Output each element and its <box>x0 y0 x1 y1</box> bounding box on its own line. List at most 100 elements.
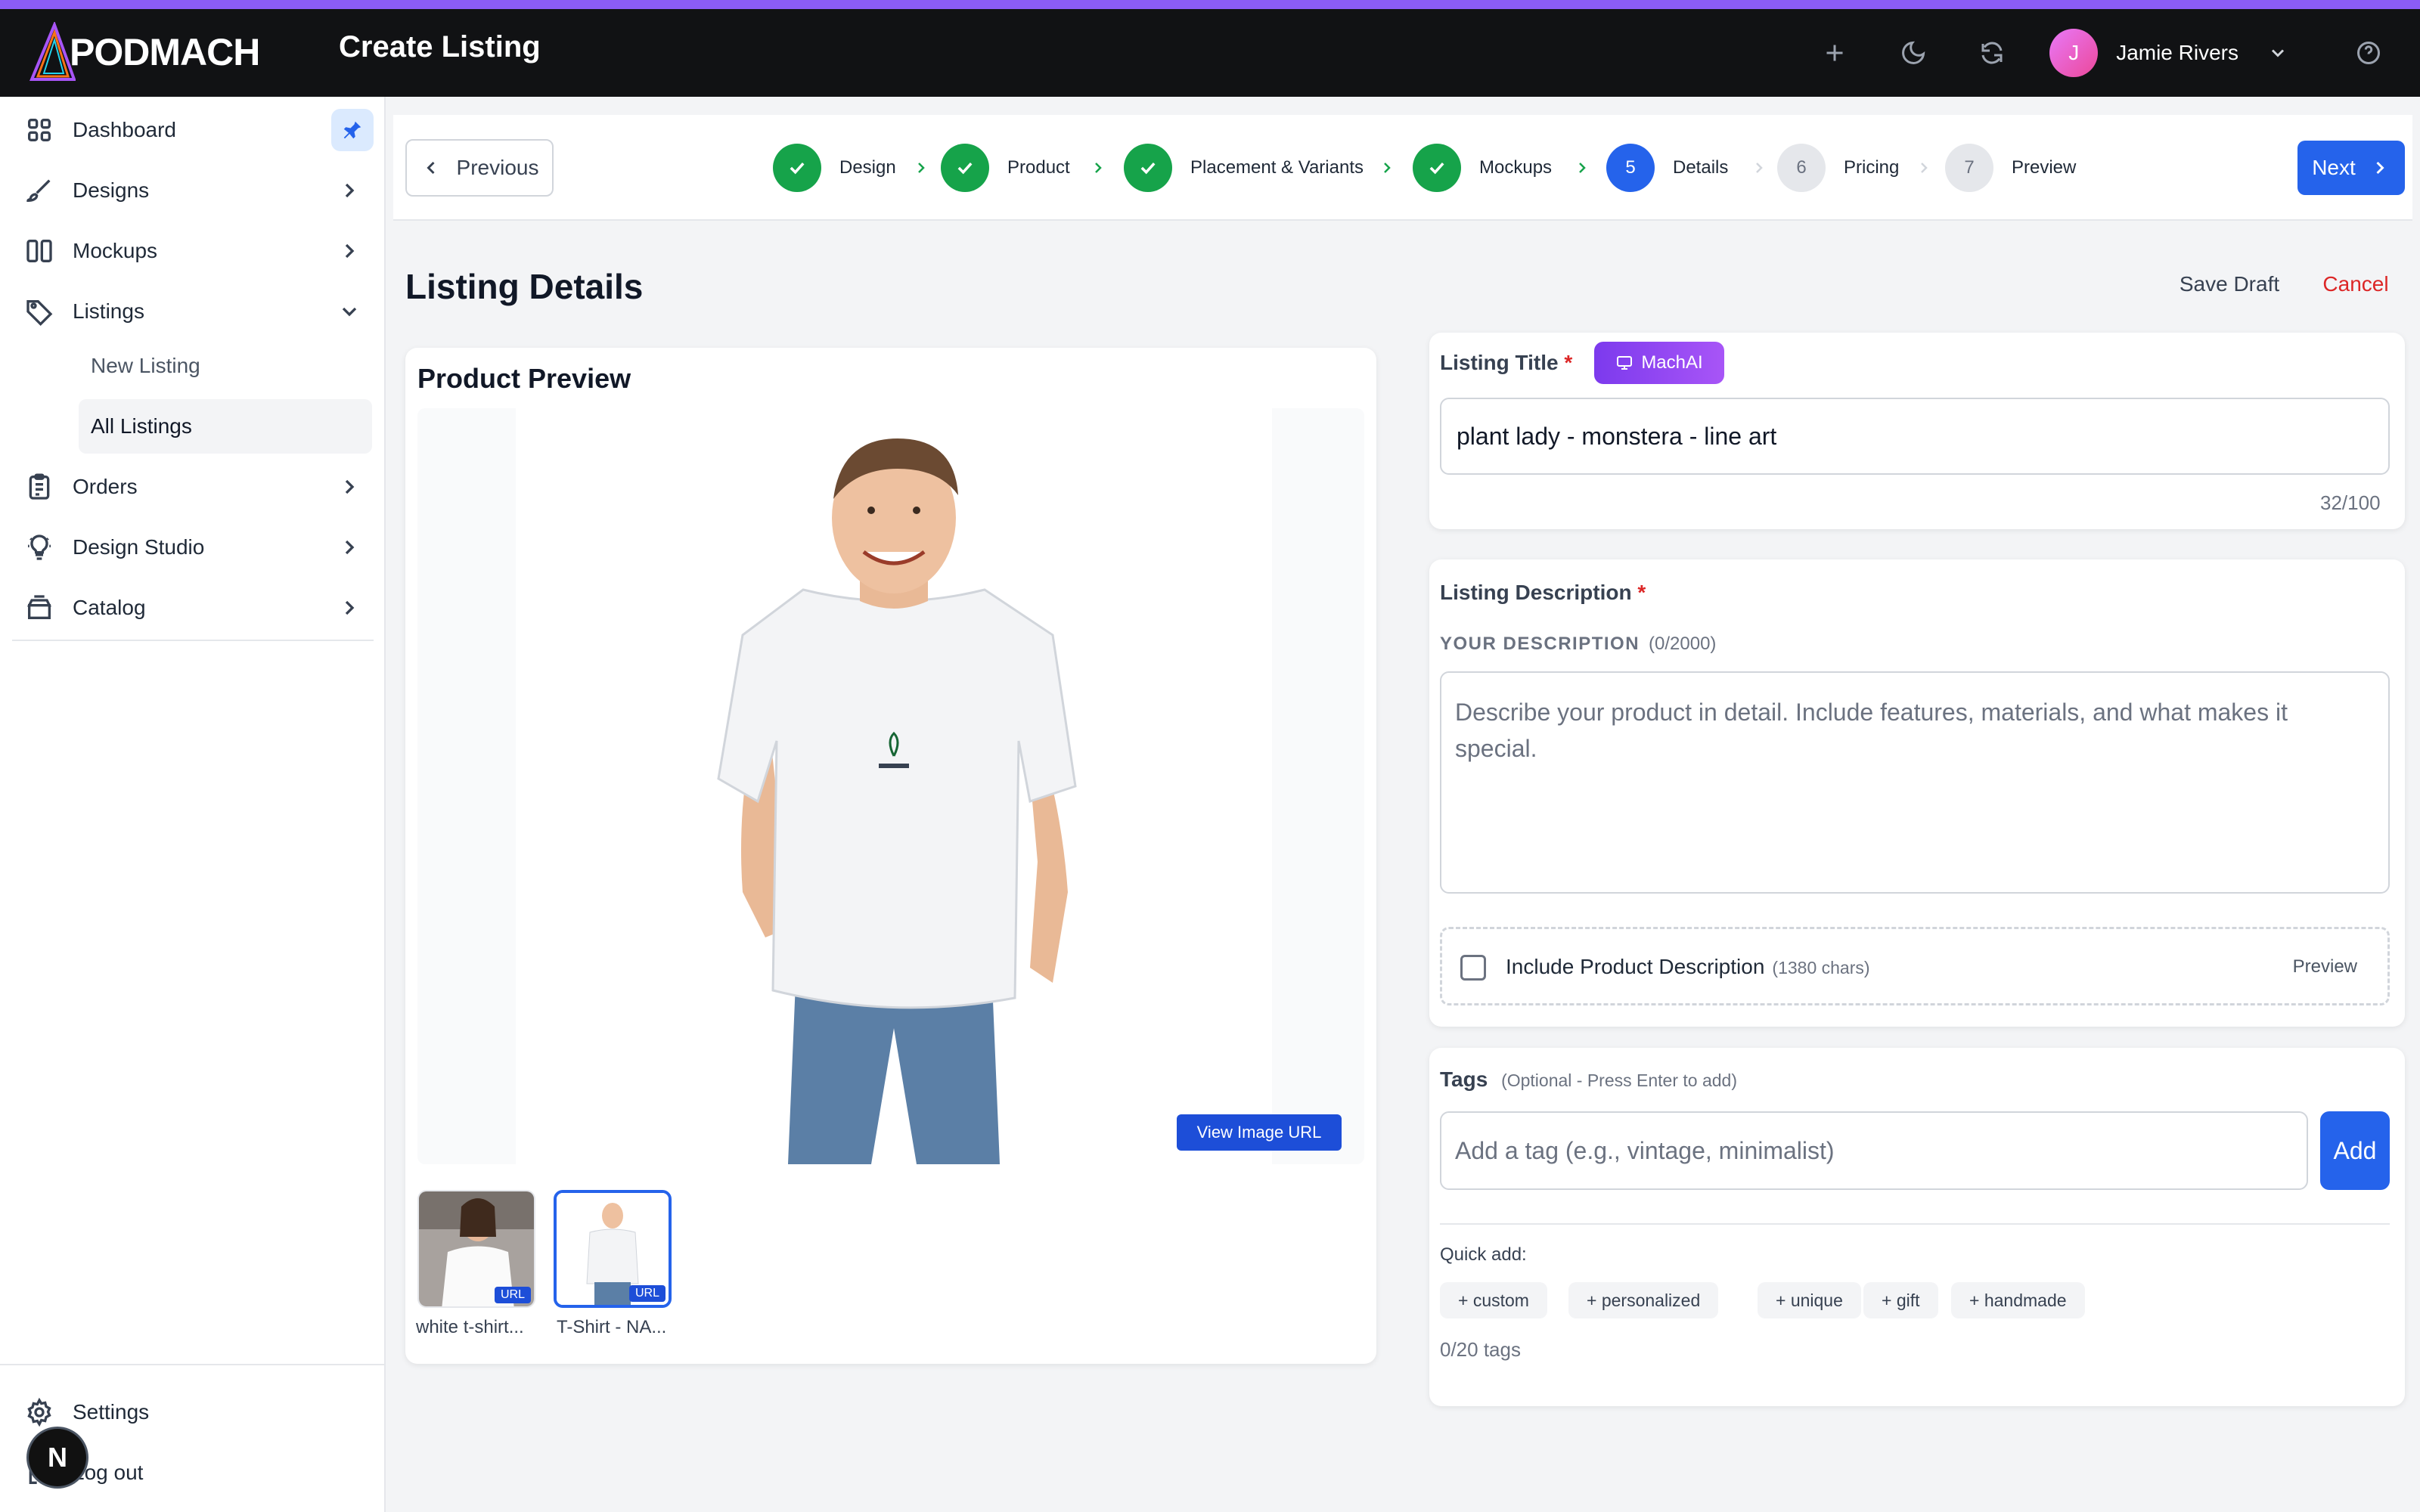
gear-icon <box>24 1397 54 1427</box>
logo[interactable]: PODMACH <box>27 18 269 86</box>
thumbnail-label: T-Shirt - NA... <box>557 1317 667 1337</box>
tags-hint: (Optional - Press Enter to add) <box>1501 1070 1737 1090</box>
chevron-right-icon <box>1915 159 1933 177</box>
quick-add-label: Quick add: <box>1440 1244 1527 1265</box>
tshirt-model-illustration <box>717 438 1077 1164</box>
quick-tag-personalized[interactable]: + personalized <box>1568 1282 1719 1318</box>
step-label: Design <box>839 157 896 178</box>
listing-title-label: Listing Title * <box>1440 351 1572 375</box>
dev-badge[interactable]: N <box>29 1429 86 1486</box>
tags-card <box>1429 1048 2405 1406</box>
step-details[interactable]: 5 Details <box>1606 142 1728 194</box>
title-char-counter: 32/100 <box>2320 491 2381 514</box>
main-mockup-image[interactable] <box>417 408 1364 1164</box>
tag-input[interactable]: Add a tag (e.g., vintage, minimalist) <box>1440 1111 2308 1190</box>
top-bar: PODMACH Create Listing J Jamie Rivers <box>0 9 2420 97</box>
check-icon <box>1140 162 1156 175</box>
step-circle <box>1124 144 1172 192</box>
lightbulb-icon <box>24 532 54 562</box>
thumbnail-label: white t-shirt... <box>416 1317 524 1337</box>
grid-icon <box>24 115 54 145</box>
pin-icon <box>343 121 361 139</box>
next-button[interactable]: Next <box>2297 141 2405 195</box>
tags-label-text: Tags <box>1440 1067 1488 1091</box>
machai-button[interactable]: MachAI <box>1594 342 1724 384</box>
include-char-count: (1380 chars) <box>1772 958 1870 978</box>
section-heading: Listing Details <box>405 267 644 306</box>
refresh-icon[interactable] <box>1971 32 2013 74</box>
include-preview-link[interactable]: Preview <box>2293 956 2357 978</box>
next-label: Next <box>2312 156 2356 179</box>
step-circle <box>941 144 989 192</box>
step-label: Product <box>1007 157 1070 178</box>
listing-description-label-text: Listing Description <box>1440 581 1632 604</box>
sidebar-item-design-studio[interactable]: Design Studio <box>0 520 386 575</box>
listing-title-label-text: Listing Title <box>1440 351 1559 374</box>
step-pricing[interactable]: 6 Pricing <box>1777 142 1899 194</box>
listing-details-panel: Listing Details Save Draft Cancel Produc… <box>393 257 2412 1406</box>
sidebar-item-label: Orders <box>73 475 138 498</box>
include-description-text: Include Product Description <box>1506 955 1765 978</box>
sidebar-subitem-all-listings[interactable]: All Listings <box>79 399 372 454</box>
chevron-right-icon <box>337 535 361 559</box>
description-textarea[interactable]: Describe your product in detail. Include… <box>1440 671 2390 894</box>
previous-button[interactable]: Previous <box>405 139 554 197</box>
cancel-button[interactable]: Cancel <box>2307 257 2405 311</box>
chevron-down-icon[interactable] <box>2257 32 2299 74</box>
sidebar-item-mockups[interactable]: Mockups <box>0 224 386 278</box>
sidebar-item-designs[interactable]: Designs <box>0 163 386 218</box>
chevron-down-icon <box>337 299 361 324</box>
include-description-checkbox[interactable] <box>1460 955 1486 981</box>
step-preview[interactable]: 7 Preview <box>1945 142 2076 194</box>
sidebar-item-label: Catalog <box>73 596 146 619</box>
chevron-right-icon <box>912 159 930 177</box>
avatar[interactable]: J <box>2049 29 2099 77</box>
clipboard-icon <box>24 472 54 502</box>
monitor-icon <box>1617 356 1633 370</box>
add-icon[interactable] <box>1813 32 1856 74</box>
chevron-right-icon <box>1089 159 1107 177</box>
include-description-label[interactable]: Include Product Description (1380 chars) <box>1506 955 1870 979</box>
step-label: Mockups <box>1479 157 1553 178</box>
top-accent-stripe <box>0 0 2420 9</box>
view-image-url-button[interactable]: View Image URL <box>1177 1114 1342 1151</box>
sidebar-item-orders[interactable]: Orders <box>0 460 386 514</box>
tag-icon <box>24 296 54 327</box>
tag-count: 0/20 tags <box>1440 1338 1521 1361</box>
machai-label: MachAI <box>1641 352 1703 373</box>
listing-title-input[interactable]: plant lady - monstera - line art <box>1440 398 2390 475</box>
user-name[interactable]: Jamie Rivers <box>2116 41 2238 65</box>
pin-sidebar-button[interactable] <box>331 109 374 151</box>
archive-icon <box>24 593 54 623</box>
thumbnail-white-tshirt[interactable]: URL <box>417 1190 535 1308</box>
step-mockups[interactable]: Mockups <box>1413 142 1552 194</box>
step-placement-variants[interactable]: Placement & Variants <box>1124 142 1364 194</box>
step-circle <box>1413 144 1461 192</box>
check-icon <box>1429 162 1444 175</box>
sidebar-bottom-divider <box>0 1364 386 1365</box>
sidebar-item-label: Mockups <box>73 239 158 262</box>
description-char-count: (0/2000) <box>1649 634 1717 654</box>
save-draft-button[interactable]: Save Draft <box>2166 257 2293 311</box>
sidebar-item-listings[interactable]: Listings <box>0 284 386 339</box>
sidebar-item-catalog[interactable]: Catalog <box>0 581 386 635</box>
your-description-text: YOUR DESCRIPTION <box>1440 634 1640 654</box>
quick-tag-gift[interactable]: + gift <box>1863 1282 1938 1318</box>
sidebar-item-dashboard[interactable]: Dashboard <box>0 103 386 157</box>
quick-tag-handmade[interactable]: + handmade <box>1951 1282 2085 1318</box>
step-circle: 5 <box>1606 144 1655 192</box>
quick-tag-unique[interactable]: + unique <box>1758 1282 1861 1318</box>
add-tag-button[interactable]: Add <box>2320 1111 2390 1190</box>
moon-icon[interactable] <box>1892 32 1934 74</box>
thumbnail-tshirt-selected[interactable]: URL <box>554 1190 672 1308</box>
help-icon[interactable] <box>2347 32 2390 74</box>
quick-tag-custom[interactable]: + custom <box>1440 1282 1547 1318</box>
sidebar-divider <box>12 640 374 641</box>
chevron-right-icon <box>337 178 361 203</box>
stepper-bar: Previous Design Product Placement & Vari… <box>393 115 2412 221</box>
step-product[interactable]: Product <box>941 142 1070 194</box>
step-design[interactable]: Design <box>773 142 896 194</box>
sidebar-item-label: Design Studio <box>73 535 205 559</box>
sidebar-subitem-new-listing[interactable]: New Listing <box>79 339 372 393</box>
product-preview-card: Product Preview View Image URL URL white… <box>405 348 1376 1364</box>
